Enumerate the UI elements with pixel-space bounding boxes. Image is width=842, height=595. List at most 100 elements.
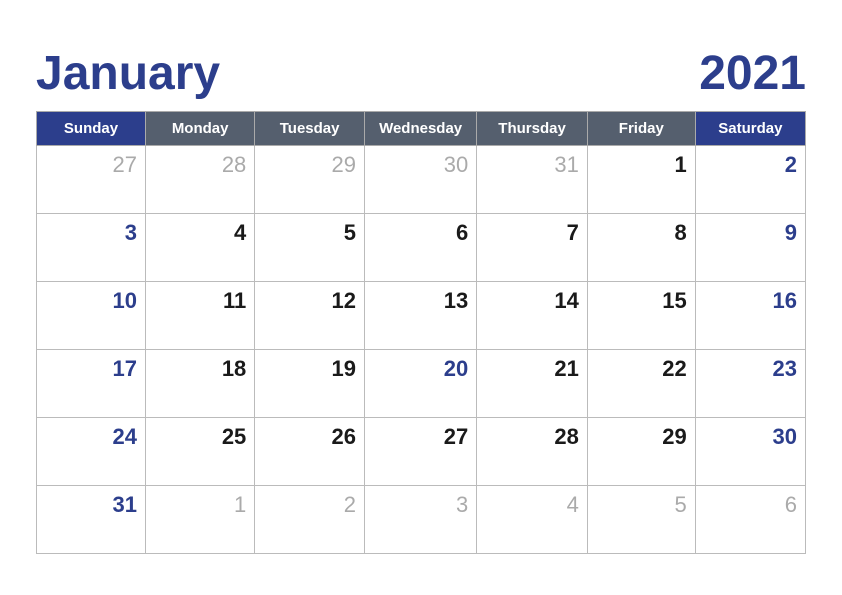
day-number: 29 <box>592 422 687 450</box>
calendar-cell[interactable]: 31 <box>477 145 588 213</box>
calendar-cell[interactable]: 28 <box>146 145 255 213</box>
day-number: 27 <box>41 150 137 178</box>
calendar-cell[interactable]: 2 <box>255 485 365 553</box>
calendar-cell[interactable]: 8 <box>587 213 695 281</box>
calendar-cell[interactable]: 17 <box>37 349 146 417</box>
day-number: 5 <box>259 218 356 246</box>
day-number: 6 <box>700 490 797 518</box>
calendar-cell[interactable]: 6 <box>695 485 805 553</box>
day-number: 24 <box>41 422 137 450</box>
day-number: 30 <box>700 422 797 450</box>
day-number: 12 <box>259 286 356 314</box>
calendar-cell[interactable]: 15 <box>587 281 695 349</box>
calendar-cell[interactable]: 25 <box>146 417 255 485</box>
day-number: 28 <box>481 422 579 450</box>
day-number: 29 <box>259 150 356 178</box>
calendar-cell[interactable]: 30 <box>695 417 805 485</box>
calendar-cell[interactable]: 29 <box>587 417 695 485</box>
calendar-cell[interactable]: 2 <box>695 145 805 213</box>
day-number: 10 <box>41 286 137 314</box>
weekday-header-saturday: Saturday <box>695 111 805 145</box>
day-number: 26 <box>259 422 356 450</box>
calendar-cell[interactable]: 27 <box>37 145 146 213</box>
weekday-header-row: SundayMondayTuesdayWednesdayThursdayFrid… <box>37 111 806 145</box>
calendar-cell[interactable]: 3 <box>37 213 146 281</box>
weekday-header-monday: Monday <box>146 111 255 145</box>
calendar-cell[interactable]: 9 <box>695 213 805 281</box>
calendar-cell[interactable]: 16 <box>695 281 805 349</box>
calendar-week-row: 3456789 <box>37 213 806 281</box>
day-number: 16 <box>700 286 797 314</box>
day-number: 25 <box>150 422 246 450</box>
day-number: 23 <box>700 354 797 382</box>
calendar-cell[interactable]: 4 <box>146 213 255 281</box>
calendar-cell[interactable]: 28 <box>477 417 588 485</box>
day-number: 2 <box>700 150 797 178</box>
day-number: 31 <box>481 150 579 178</box>
calendar-cell[interactable]: 19 <box>255 349 365 417</box>
calendar-cell[interactable]: 1 <box>146 485 255 553</box>
calendar-cell[interactable]: 10 <box>37 281 146 349</box>
calendar-cell[interactable]: 26 <box>255 417 365 485</box>
day-number: 31 <box>41 490 137 518</box>
calendar-cell[interactable]: 3 <box>364 485 476 553</box>
calendar-cell[interactable]: 11 <box>146 281 255 349</box>
day-number: 5 <box>592 490 687 518</box>
day-number: 21 <box>481 354 579 382</box>
weekday-header-friday: Friday <box>587 111 695 145</box>
day-number: 20 <box>369 354 468 382</box>
day-number: 14 <box>481 286 579 314</box>
calendar-cell[interactable]: 13 <box>364 281 476 349</box>
day-number: 11 <box>150 286 246 314</box>
calendar-cell[interactable]: 24 <box>37 417 146 485</box>
day-number: 1 <box>150 490 246 518</box>
day-number: 17 <box>41 354 137 382</box>
calendar-cell[interactable]: 14 <box>477 281 588 349</box>
day-number: 4 <box>481 490 579 518</box>
weekday-header-thursday: Thursday <box>477 111 588 145</box>
day-number: 19 <box>259 354 356 382</box>
day-number: 15 <box>592 286 687 314</box>
day-number: 28 <box>150 150 246 178</box>
day-number: 3 <box>41 218 137 246</box>
day-number: 8 <box>592 218 687 246</box>
calendar-cell[interactable]: 18 <box>146 349 255 417</box>
weekday-header-sunday: Sunday <box>37 111 146 145</box>
year-title: 2021 <box>699 46 806 101</box>
calendar-cell[interactable]: 1 <box>587 145 695 213</box>
day-number: 7 <box>481 218 579 246</box>
day-number: 3 <box>369 490 468 518</box>
day-number: 9 <box>700 218 797 246</box>
calendar-cell[interactable]: 27 <box>364 417 476 485</box>
calendar-week-row: 24 25 26 2728 29 30 <box>37 417 806 485</box>
weekday-header-tuesday: Tuesday <box>255 111 365 145</box>
calendar-week-row: 17 18 19 20 21 22 23 <box>37 349 806 417</box>
day-number: 2 <box>259 490 356 518</box>
calendar-cell[interactable]: 6 <box>364 213 476 281</box>
day-number: 6 <box>369 218 468 246</box>
calendar-cell[interactable]: 20 <box>364 349 476 417</box>
day-number: 30 <box>369 150 468 178</box>
calendar-header: January 2021 <box>36 46 806 101</box>
calendar-cell[interactable]: 30 <box>364 145 476 213</box>
calendar-cell[interactable]: 22 <box>587 349 695 417</box>
calendar-cell[interactable]: 4 <box>477 485 588 553</box>
calendar-cell[interactable]: 7 <box>477 213 588 281</box>
day-number: 22 <box>592 354 687 382</box>
calendar-week-row: 27 28 29 30 31 12 <box>37 145 806 213</box>
calendar-cell[interactable]: 29 <box>255 145 365 213</box>
calendar-week-row: 31 123456 <box>37 485 806 553</box>
calendar-cell[interactable]: 31 <box>37 485 146 553</box>
calendar-cell[interactable]: 5 <box>255 213 365 281</box>
day-number: 4 <box>150 218 246 246</box>
day-number: 1 <box>592 150 687 178</box>
calendar-cell[interactable]: 5 <box>587 485 695 553</box>
calendar-week-row: 10 11 12 1314 15 16 <box>37 281 806 349</box>
calendar-cell[interactable]: 21 <box>477 349 588 417</box>
day-number: 18 <box>150 354 246 382</box>
weekday-header-wednesday: Wednesday <box>364 111 476 145</box>
calendar-cell[interactable]: 12 <box>255 281 365 349</box>
calendar-container: January 2021 SundayMondayTuesdayWednesda… <box>16 28 826 568</box>
calendar-cell[interactable]: 23 <box>695 349 805 417</box>
month-title: January <box>36 46 220 101</box>
